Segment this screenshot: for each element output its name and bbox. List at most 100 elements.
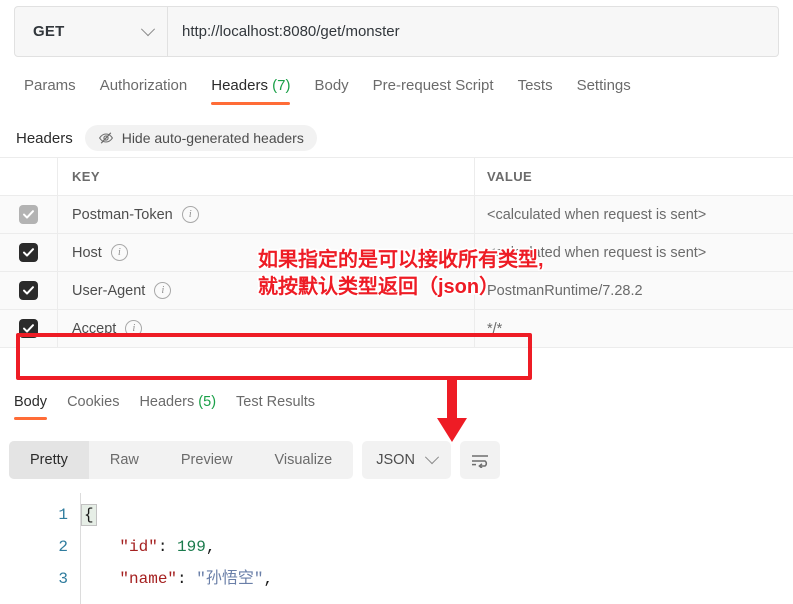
wrap-lines-button[interactable] — [459, 441, 500, 479]
row-key-cell[interactable]: Host i — [58, 234, 475, 271]
http-method-select[interactable]: GET — [15, 7, 168, 56]
tab-label: Pre-request Script — [372, 77, 494, 94]
json-key: "id" — [119, 538, 158, 556]
headers-subbar: Headers Hide auto-generated headers — [0, 119, 793, 157]
eye-off-icon — [98, 132, 113, 144]
json-comma: , — [205, 538, 216, 556]
code-line: "id": 199, — [81, 531, 793, 563]
json-key: "name" — [119, 570, 178, 588]
chevron-down-icon — [140, 21, 156, 36]
header-cell-key: KEY — [58, 158, 475, 195]
json-number-value: 199 — [177, 538, 206, 556]
row-key-cell[interactable]: Accept i — [58, 310, 475, 347]
code-line: "name": "孙悟空", — [81, 563, 793, 595]
info-icon[interactable]: i — [125, 320, 143, 337]
tab-label: Headers — [139, 394, 195, 410]
tab-label: Cookies — [67, 394, 120, 410]
line-number: 2 — [58, 538, 68, 556]
row-value-cell[interactable]: */* — [475, 310, 793, 347]
response-format-label: JSON — [376, 452, 415, 468]
view-mode-pretty[interactable]: Pretty — [9, 441, 89, 479]
hide-auto-generated-headers-button[interactable]: Hide auto-generated headers — [84, 125, 317, 151]
editor-line-numbers: 1 2 3 — [0, 493, 80, 604]
response-headers-count-badge: (5) — [198, 394, 217, 410]
response-tab-bar: Body Cookies Headers (5) Test Results — [0, 392, 793, 428]
row-checkbox[interactable] — [19, 243, 38, 262]
chevron-down-icon — [424, 450, 439, 465]
tab-params[interactable]: Params — [12, 76, 88, 106]
row-key-cell[interactable]: User-Agent i — [58, 272, 475, 309]
info-icon[interactable]: i — [110, 244, 128, 261]
response-body-editor[interactable]: 1 2 3 { "id": 199, "name": "孙悟空", — [0, 493, 793, 604]
check-icon — [23, 248, 34, 257]
header-cell-checkbox — [0, 158, 58, 195]
row-value-cell[interactable]: <calculated when request is sent> — [475, 196, 793, 233]
table-row: User-Agent i PostmanRuntime/7.28.2 — [0, 272, 793, 310]
header-key-text: User-Agent — [72, 282, 146, 299]
tab-label: Authorization — [99, 77, 188, 94]
tab-label: Body — [314, 77, 349, 94]
tab-pre-request-script[interactable]: Pre-request Script — [361, 76, 506, 106]
table-row: Host i <calculated when request is sent> — [0, 234, 793, 272]
check-icon — [23, 210, 34, 219]
view-mode-label: Visualize — [274, 452, 333, 468]
headers-section-title: Headers — [16, 129, 73, 147]
row-value-cell[interactable]: PostmanRuntime/7.28.2 — [475, 272, 793, 309]
editor-code-area[interactable]: { "id": 199, "name": "孙悟空", — [80, 493, 793, 604]
json-string-value: "孙悟空" — [196, 570, 264, 588]
response-tab-headers[interactable]: Headers (5) — [129, 392, 226, 422]
line-number: 3 — [58, 570, 68, 588]
table-header-row: KEY VALUE — [0, 158, 793, 196]
tab-label: Body — [14, 394, 48, 410]
info-icon[interactable]: i — [181, 206, 199, 223]
headers-count-badge: (7) — [272, 77, 291, 94]
column-header-value: VALUE — [487, 169, 533, 184]
tab-label: Params — [24, 77, 76, 94]
response-tab-test-results[interactable]: Test Results — [226, 392, 325, 422]
row-value-cell[interactable]: <calculated when request is sent> — [475, 234, 793, 271]
row-checkbox-cell — [0, 272, 58, 309]
row-checkbox[interactable] — [19, 205, 38, 224]
tab-authorization[interactable]: Authorization — [88, 76, 200, 106]
line-number: 1 — [58, 506, 68, 524]
tab-body[interactable]: Body — [302, 76, 360, 106]
check-icon — [23, 324, 34, 333]
row-checkbox-cell — [0, 234, 58, 271]
row-checkbox[interactable] — [19, 319, 38, 338]
table-row: Accept i */* — [0, 310, 793, 348]
row-checkbox-cell — [0, 310, 58, 347]
row-checkbox[interactable] — [19, 281, 38, 300]
info-icon[interactable]: i — [154, 282, 172, 299]
tab-label: Settings — [576, 77, 631, 94]
view-mode-label: Preview — [180, 452, 233, 468]
json-separator: : — [177, 570, 197, 588]
view-mode-raw[interactable]: Raw — [89, 441, 160, 479]
response-tab-body[interactable]: Body — [4, 392, 57, 422]
url-input[interactable]: http://localhost:8080/get/monster — [168, 7, 778, 56]
tab-label: Headers — [211, 77, 268, 94]
view-mode-label: Pretty — [30, 452, 68, 468]
request-url-bar: GET http://localhost:8080/get/monster — [14, 6, 779, 57]
view-mode-visualize[interactable]: Visualize — [253, 441, 353, 479]
header-value-text: */* — [487, 320, 503, 337]
header-cell-value: VALUE — [475, 158, 793, 195]
hide-auto-generated-headers-label: Hide auto-generated headers — [121, 130, 304, 146]
check-icon — [23, 286, 34, 295]
word-wrap-icon — [471, 455, 488, 468]
response-format-select[interactable]: JSON — [362, 441, 451, 479]
json-brace: { — [81, 504, 97, 526]
view-mode-preview[interactable]: Preview — [160, 441, 254, 479]
code-line: { — [81, 499, 793, 531]
response-tab-cookies[interactable]: Cookies — [57, 392, 129, 422]
tab-tests[interactable]: Tests — [506, 76, 565, 106]
headers-table: KEY VALUE Postman-Token i <calculated wh… — [0, 157, 793, 348]
tab-label: Test Results — [236, 394, 316, 410]
tab-headers[interactable]: Headers (7) — [199, 76, 302, 106]
row-key-cell[interactable]: Postman-Token i — [58, 196, 475, 233]
header-value-text: <calculated when request is sent> — [487, 206, 707, 223]
tab-settings[interactable]: Settings — [565, 76, 643, 106]
header-key-text: Accept — [72, 320, 117, 337]
table-row: Postman-Token i <calculated when request… — [0, 196, 793, 234]
json-comma: , — [263, 570, 274, 588]
header-value-text: PostmanRuntime/7.28.2 — [487, 282, 643, 299]
